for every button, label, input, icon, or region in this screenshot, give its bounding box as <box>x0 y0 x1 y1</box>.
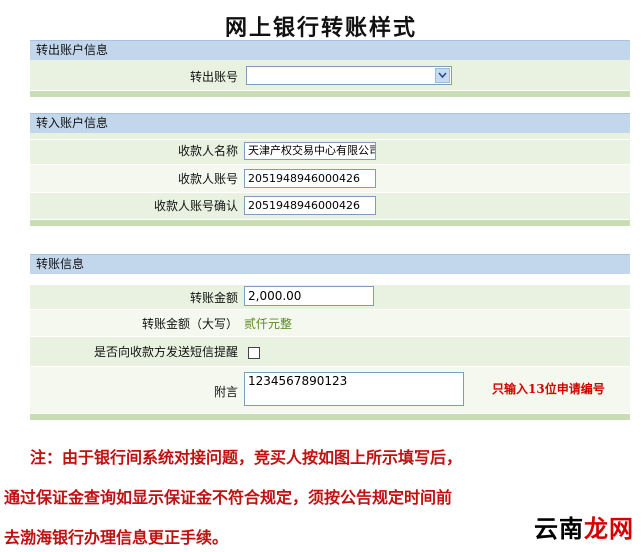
page-title: 网上银行转账样式 <box>224 15 417 41</box>
payee-name-row <box>30 133 630 140</box>
memo-textarea[interactable]: 1234567890123 <box>244 372 464 406</box>
payee-account-input[interactable]: 2051948946000426 <box>244 169 376 188</box>
amount-words-label: 转账金额（大写） <box>141 317 238 331</box>
section-divider <box>30 414 630 420</box>
watermark-part1: 云南 <box>534 514 584 543</box>
out-account-value <box>247 68 250 81</box>
out-account-label: 转出账号 <box>189 70 238 84</box>
transfer-header: 转账信息 <box>30 254 630 274</box>
out-account-header: 转出账户信息 <box>30 40 630 60</box>
watermark-logo: 云南龙网 <box>534 509 634 544</box>
amount-row <box>30 274 630 285</box>
section-divider <box>30 91 630 97</box>
payee-account-confirm-input[interactable]: 2051948946000426 <box>244 196 376 215</box>
sms-checkbox[interactable] <box>248 347 260 359</box>
in-account-section: 转入账户信息 收款人名称 天津产权交易中心有限公司 收款人账号 20519489… <box>30 113 630 226</box>
out-account-section: 转出账户信息 转出账号 <box>30 40 630 97</box>
amount-row: 转账金额 2,000.00 <box>30 285 630 310</box>
out-account-row: 转出账号 <box>30 60 630 91</box>
payee-account-row: 收款人账号 2051948946000426 <box>30 165 630 193</box>
memo-hint: 只输入13位申请编号 <box>492 382 605 396</box>
amount-label: 转账金额 <box>189 291 238 305</box>
watermark-part2: 龙网 <box>584 514 634 543</box>
chevron-down-icon[interactable] <box>435 68 450 83</box>
memo-row: 附言 1234567890123 只输入13位申请编号 <box>30 367 630 414</box>
payee-account-confirm-row: 收款人账号确认 2051948946000426 <box>30 193 630 220</box>
section-divider <box>30 220 630 226</box>
payee-name-row: 收款人名称 天津产权交易中心有限公司 <box>30 140 630 165</box>
note-line-3: 去渤海银行办理信息更正手续。 <box>4 528 229 547</box>
note-line-1: 注：由于银行间系统对接问题，竞买人按如图上所示填写后， <box>30 448 463 467</box>
payee-name-input[interactable]: 天津产权交易中心有限公司 <box>244 142 376 160</box>
payee-name-label: 收款人名称 <box>177 144 238 158</box>
transfer-section: 转账信息 转账金额 2,000.00 转账金额（大写） 贰仟元整 是否向收款方发… <box>30 254 630 420</box>
amount-input[interactable]: 2,000.00 <box>244 286 374 306</box>
sms-row: 是否向收款方发送短信提醒 <box>30 337 630 367</box>
amount-words-row: 转账金额（大写） 贰仟元整 <box>30 310 630 337</box>
in-account-header: 转入账户信息 <box>30 113 630 133</box>
out-account-select[interactable] <box>246 66 452 85</box>
payee-account-label: 收款人账号 <box>177 172 238 186</box>
note-line-2: 通过保证金查询如显示保证金不符合规定，须按公告规定时间前 <box>4 488 453 507</box>
amount-words-value: 贰仟元整 <box>244 317 293 331</box>
sms-label: 是否向收款方发送短信提醒 <box>93 345 238 359</box>
memo-label: 附言 <box>213 385 238 399</box>
payee-account-confirm-label: 收款人账号确认 <box>153 199 238 213</box>
